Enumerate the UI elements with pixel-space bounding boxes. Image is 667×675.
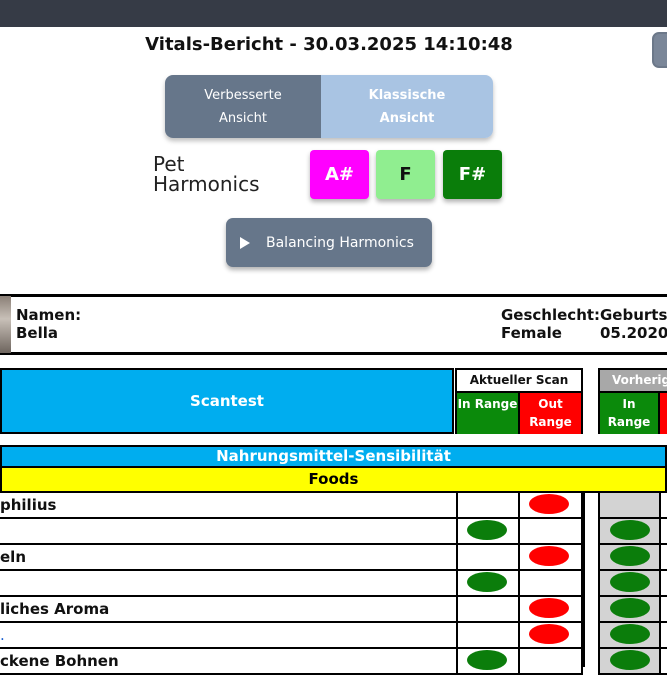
table-row <box>0 571 667 597</box>
in-range-indicator <box>610 520 650 540</box>
current-in-range-header: In Range <box>457 393 520 434</box>
in-range-indicator <box>467 572 507 592</box>
view-toggle[interactable]: Verbesserte Ansicht Klassische Ansicht <box>165 75 493 138</box>
previous-in-cell <box>598 623 661 649</box>
current-scan-label: Aktueller Scan <box>457 370 581 393</box>
table-row: eln <box>0 545 667 571</box>
current-out-cell <box>520 649 583 675</box>
in-range-indicator <box>467 650 507 670</box>
current-out-cell <box>520 519 583 545</box>
previous-out-cell <box>661 649 667 675</box>
current-in-cell <box>458 493 520 519</box>
current-in-cell <box>458 571 520 597</box>
in-range-indicator <box>467 520 507 540</box>
previous-scan-label: Vorherig <box>600 370 667 393</box>
table-row <box>0 519 667 545</box>
note-a-sharp-button[interactable]: A# <box>310 150 369 199</box>
current-out-cell <box>520 493 583 519</box>
previous-in-cell <box>598 519 661 545</box>
previous-in-cell <box>598 545 661 571</box>
previous-in-cell <box>598 649 661 675</box>
table-row: ckene Bohnen <box>0 649 667 675</box>
previous-in-cell <box>598 571 661 597</box>
current-scan-header: Aktueller Scan In Range Out Range <box>455 368 583 434</box>
top-bar <box>0 0 667 27</box>
food-name <box>0 571 458 597</box>
previous-out-cell <box>661 597 667 623</box>
table-row: philius <box>0 493 667 519</box>
scan-header-row: Scantest Aktueller Scan In Range Out Ran… <box>0 368 667 434</box>
birth-value: 05.2020 <box>600 324 667 342</box>
current-out-range-header: Out Range <box>520 393 581 434</box>
out-range-indicator <box>529 598 569 618</box>
in-range-indicator <box>610 650 650 670</box>
previous-in-cell <box>598 597 661 623</box>
note-f-sharp-button[interactable]: F# <box>443 150 502 199</box>
column-divider <box>583 493 598 667</box>
gender-value: Female <box>501 324 562 342</box>
food-name: eln <box>0 545 458 571</box>
food-name <box>0 519 458 545</box>
classic-view-button[interactable]: Klassische Ansicht <box>321 75 493 138</box>
current-out-cell <box>520 623 583 649</box>
table-row: liches Aroma <box>0 597 667 623</box>
table-row: . <box>0 623 667 649</box>
previous-out-cell <box>661 493 667 519</box>
section-title: Nahrungsmittel-Sensibilität <box>0 445 667 468</box>
previous-out-cell <box>661 545 667 571</box>
food-name: ckene Bohnen <box>0 649 458 675</box>
in-range-indicator <box>610 624 650 644</box>
current-out-cell <box>520 571 583 597</box>
pet-harmonics-label: Pet Harmonics <box>153 152 260 196</box>
current-in-cell <box>458 519 520 545</box>
food-name: . <box>0 623 458 649</box>
birth-label: Geburtsd <box>600 306 667 324</box>
food-name: liches Aroma <box>0 597 458 623</box>
balancing-harmonics-label: Balancing Harmonics <box>266 234 414 251</box>
previous-out-cell <box>661 571 667 597</box>
name-label: Namen: <box>16 306 82 324</box>
category-title: Foods <box>0 468 667 493</box>
note-f-button[interactable]: F <box>376 150 435 199</box>
in-range-indicator <box>610 546 650 566</box>
report-title: Vitals-Bericht - 30.03.2025 14:10:48 <box>145 34 513 55</box>
current-in-cell <box>458 597 520 623</box>
previous-out-cell <box>661 623 667 649</box>
current-in-cell <box>458 623 520 649</box>
current-out-cell <box>520 597 583 623</box>
improved-view-button[interactable]: Verbesserte Ansicht <box>165 75 321 138</box>
scantest-header: Scantest <box>0 368 454 434</box>
pet-photo <box>0 296 11 353</box>
previous-out-cell <box>661 519 667 545</box>
gender-label: Geschlecht: <box>501 306 601 324</box>
previous-out-range-header <box>660 393 667 434</box>
out-range-indicator <box>529 494 569 514</box>
current-in-cell <box>458 649 520 675</box>
pet-name: Bella <box>16 324 59 342</box>
previous-in-range-header: In Range <box>600 393 660 434</box>
in-range-indicator <box>610 572 650 592</box>
balancing-harmonics-button[interactable]: Balancing Harmonics <box>226 218 432 267</box>
out-range-indicator <box>529 546 569 566</box>
in-range-indicator <box>610 598 650 618</box>
current-in-cell <box>458 545 520 571</box>
current-out-cell <box>520 545 583 571</box>
out-range-indicator <box>529 624 569 644</box>
play-icon <box>240 236 250 249</box>
previous-in-cell <box>598 493 661 519</box>
previous-scan-header: Vorherig In Range <box>598 368 667 434</box>
food-name: philius <box>0 493 458 519</box>
